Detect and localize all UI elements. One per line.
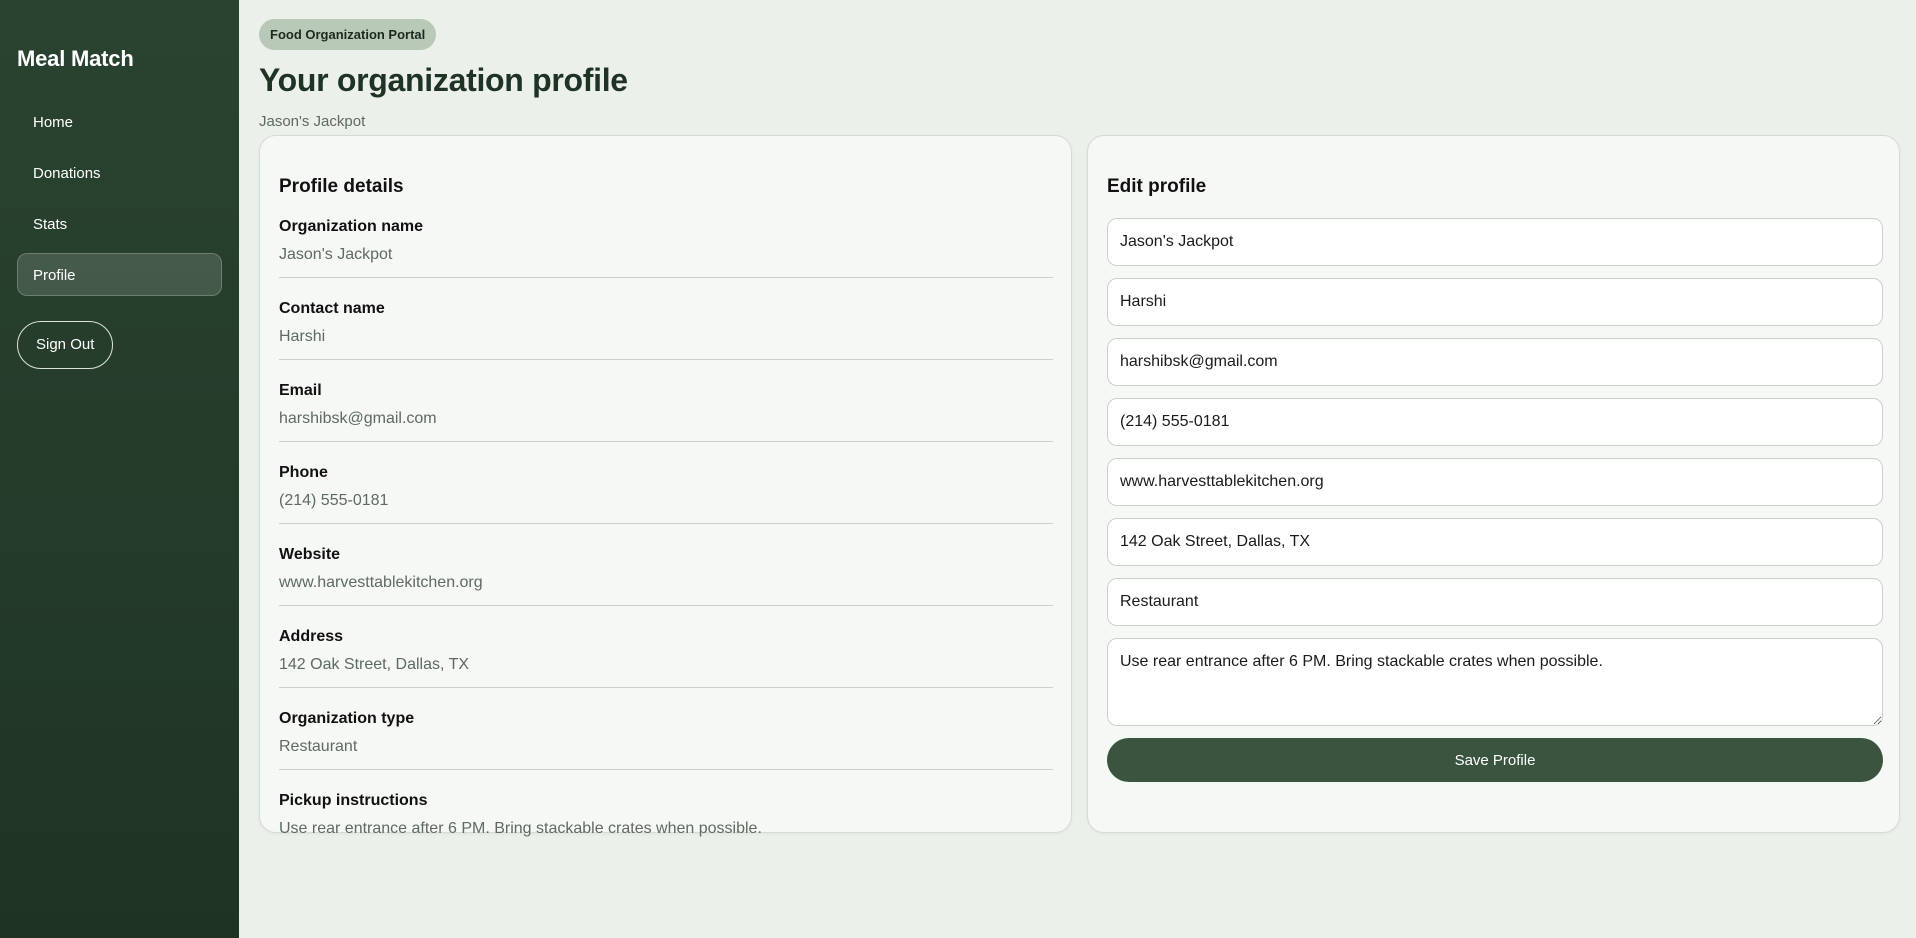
- sidebar-item-profile[interactable]: Profile: [17, 253, 222, 296]
- sidebar-item-donations[interactable]: Donations: [17, 151, 222, 194]
- cards-row: Profile details Organization name Jason'…: [259, 135, 1900, 837]
- website-input[interactable]: [1107, 458, 1883, 506]
- detail-value: (214) 555-0181: [279, 492, 389, 509]
- phone-input[interactable]: [1107, 398, 1883, 446]
- detail-label: Address: [279, 628, 344, 645]
- save-profile-button[interactable]: Save Profile: [1107, 738, 1883, 782]
- app-root: Meal Match Home Donations Stats Profile …: [0, 0, 1916, 938]
- detail-value: www.harvesttablekitchen.org: [279, 574, 483, 591]
- detail-value: Harshi: [279, 328, 326, 345]
- address-input[interactable]: [1107, 518, 1883, 566]
- detail-pickup-instructions: Pickup instructions Use rear entrance af…: [279, 792, 1053, 851]
- detail-label: Pickup instructions: [279, 792, 428, 809]
- detail-phone: Phone (214) 555-0181: [279, 464, 1053, 524]
- sidebar-nav: Home Donations Stats Profile: [17, 100, 222, 296]
- detail-value: harshibsk@gmail.com: [279, 410, 437, 427]
- detail-label: Website: [279, 546, 341, 563]
- portal-badge: Food Organization Portal: [259, 19, 437, 50]
- detail-email: Email harshibsk@gmail.com: [279, 382, 1053, 442]
- sign-out-button[interactable]: Sign Out: [17, 321, 114, 369]
- detail-organization-name: Organization name Jason's Jackpot: [279, 218, 1053, 278]
- pickup-instructions-textarea[interactable]: Use rear entrance after 6 PM. Bring stac…: [1107, 638, 1883, 726]
- sidebar-item-home[interactable]: Home: [17, 100, 222, 143]
- organization-name-input[interactable]: [1107, 218, 1883, 266]
- edit-profile-title: Edit profile: [1107, 176, 1207, 197]
- detail-contact-name: Contact name Harshi: [279, 300, 1053, 360]
- sidebar-item-stats[interactable]: Stats: [17, 202, 222, 245]
- detail-value: 142 Oak Street, Dallas, TX: [279, 656, 470, 673]
- email-input[interactable]: [1107, 338, 1883, 386]
- detail-label: Phone: [279, 464, 328, 481]
- profile-details-card: Profile details Organization name Jason'…: [259, 135, 1072, 837]
- page-title: Your organization profile: [259, 62, 628, 98]
- detail-label: Organization type: [279, 710, 415, 727]
- detail-website: Website www.harvesttablekitchen.org: [279, 546, 1053, 606]
- detail-value: Use rear entrance after 6 PM. Bring stac…: [279, 820, 762, 837]
- detail-label: Organization name: [279, 218, 424, 235]
- edit-profile-card: Edit profile Use rear entrance after 6 P…: [1087, 135, 1900, 833]
- detail-organization-type: Organization type Restaurant: [279, 710, 1053, 770]
- brand-title: Meal Match: [17, 46, 134, 71]
- detail-value: Jason's Jackpot: [279, 246, 393, 263]
- main-content: Food Organization Portal Your organizati…: [239, 0, 1916, 938]
- detail-address: Address 142 Oak Street, Dallas, TX: [279, 628, 1053, 688]
- detail-value: Restaurant: [279, 738, 358, 755]
- detail-label: Contact name: [279, 300, 385, 317]
- profile-details-title: Profile details: [279, 176, 404, 197]
- organization-type-input[interactable]: [1107, 578, 1883, 626]
- organization-subtitle: Jason's Jackpot: [259, 113, 366, 130]
- contact-name-input[interactable]: [1107, 278, 1883, 326]
- detail-label: Email: [279, 382, 322, 399]
- sidebar: Meal Match Home Donations Stats Profile …: [0, 0, 239, 938]
